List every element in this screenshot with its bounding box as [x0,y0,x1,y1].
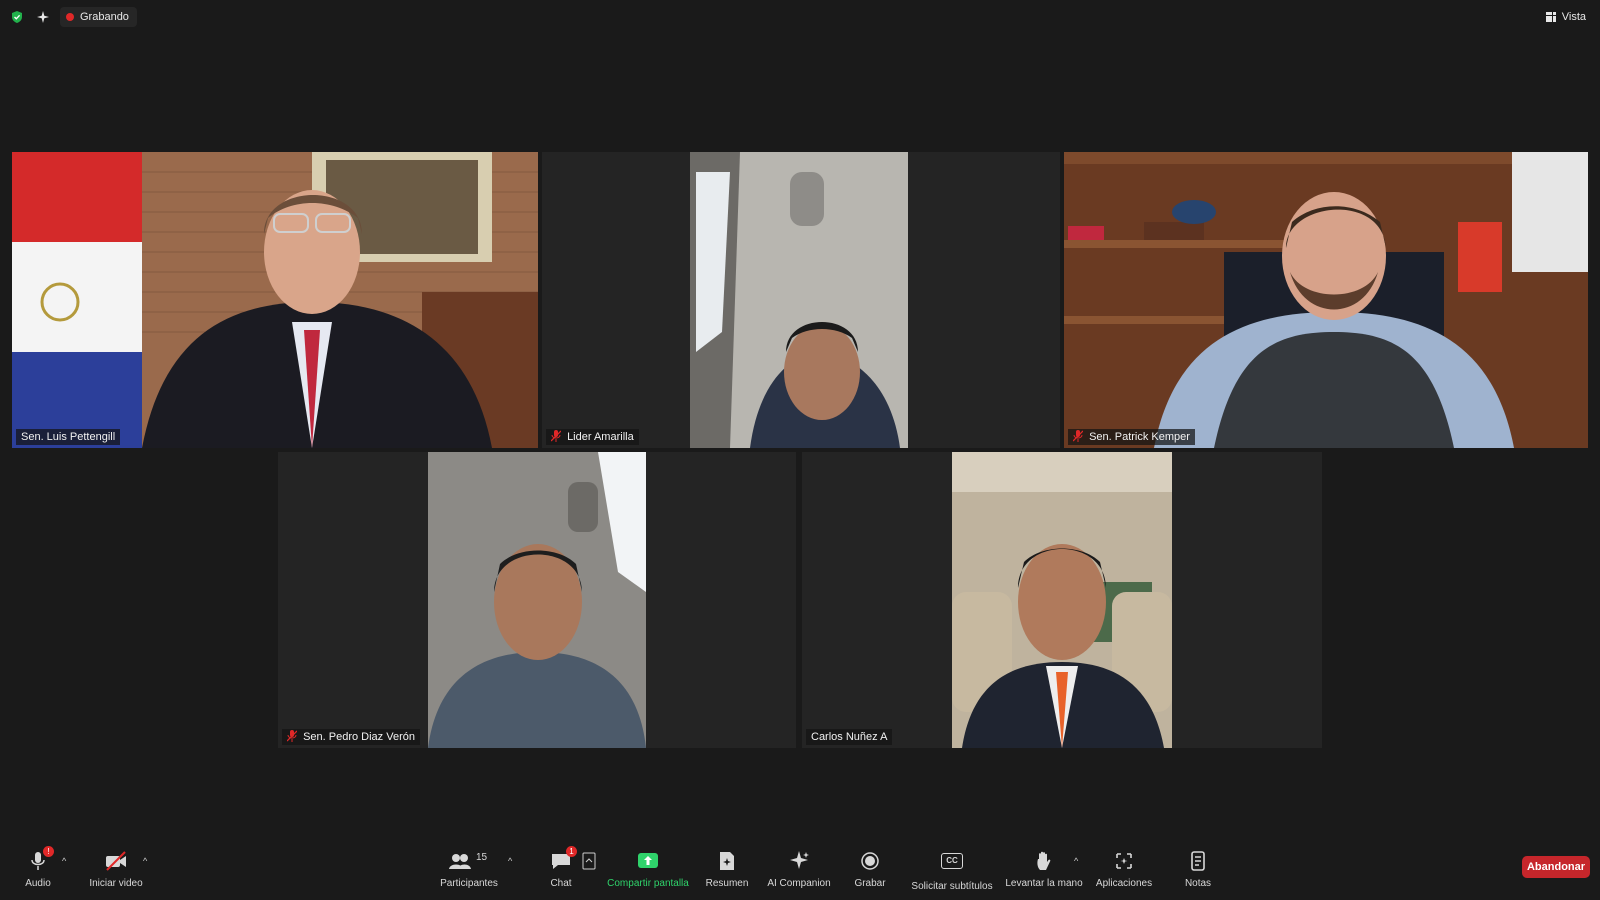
audio-button[interactable]: ! Audio [18,846,58,889]
notes-label: Notas [1184,878,1212,889]
muted-mic-icon [287,730,297,742]
participant-name-tag: Sen. Luis Pettengill [16,429,121,445]
share-screen-icon [636,850,660,872]
video-options-caret-icon[interactable]: ^ [143,856,147,866]
muted-mic-icon [1073,430,1083,442]
participant-video [428,452,646,748]
audio-warning-badge: ! [43,846,54,857]
reactions-options-caret-icon[interactable]: ^ [1074,856,1078,866]
participant-video [1064,152,1588,448]
raise-hand-icon [1032,850,1056,872]
participant-name: Sen. Pedro Diaz Verón [303,731,415,743]
participant-name: Lider Amarilla [567,431,634,443]
meeting-toolbar: ! Audio ^ Iniciar video ^ 15 Participant… [0,846,1600,900]
video-tile-patrick-kemper[interactable]: Sen. Patrick Kemper [1064,152,1588,448]
security-shield-icon[interactable] [10,10,24,24]
audio-options-caret-icon[interactable]: ^ [62,856,66,866]
recording-indicator[interactable]: Grabando [60,7,137,27]
view-label: Vista [1561,11,1586,23]
request-captions-button[interactable]: CC Solicitar subtítulos [910,850,994,892]
audio-label: Audio [25,878,51,889]
ai-sparkle-icon[interactable] [36,10,50,24]
participant-name-tag: Carlos Nuñez A [806,729,893,745]
captions-icon-text: CC [941,853,963,869]
participant-video [952,452,1172,748]
video-label: Iniciar video [89,878,143,889]
apps-label: Aplicaciones [1095,878,1153,889]
captions-label: Solicitar subtítulos [911,881,993,892]
top-bar: Grabando Vista [0,0,1600,34]
record-button[interactable]: Grabar [852,850,888,889]
closed-captions-icon: CC [940,853,964,875]
muted-mic-icon [551,430,561,442]
notes-button[interactable]: Notas [1180,850,1216,889]
participants-count: 15 [476,852,488,863]
participants-options-caret-icon[interactable]: ^ [508,856,512,866]
share-screen-label: Compartir pantalla [607,878,689,889]
participant-name: Sen. Patrick Kemper [1089,431,1190,443]
participant-name-tag: Sen. Pedro Diaz Verón [282,729,420,745]
chat-button[interactable]: 1 Chat [544,846,578,889]
participant-name: Sen. Luis Pettengill [21,431,116,443]
start-video-button[interactable]: Iniciar video [86,850,146,889]
microphone-icon: ! [26,846,54,872]
chat-unread-badge: 1 [566,846,577,857]
participant-name: Carlos Nuñez A [811,731,888,743]
recording-dot-icon [66,13,74,21]
recording-label: Grabando [80,11,129,23]
leave-meeting-button[interactable]: Abandonar [1522,856,1590,878]
ai-companion-label: AI Companion [767,878,831,889]
participant-name-tag: Lider Amarilla [546,429,639,445]
record-icon [858,850,882,872]
apps-icon [1112,850,1136,872]
participants-button[interactable]: 15 Participantes [436,850,502,889]
share-screen-button[interactable]: Compartir pantalla [603,850,693,889]
participant-video [12,152,538,448]
participant-name-tag: Sen. Patrick Kemper [1068,429,1195,445]
chat-label: Chat [550,878,572,889]
chat-icon: 1 [549,846,577,872]
participants-label: Participantes [440,878,498,889]
raise-hand-label: Levantar la mano [1005,878,1083,889]
view-button[interactable]: Vista [1545,8,1586,26]
notes-icon [1186,850,1210,872]
video-tile-carlos-nunez[interactable]: Carlos Nuñez A [802,452,1322,748]
apps-button[interactable]: Aplicaciones [1094,850,1154,889]
summary-button[interactable]: Resumen [704,850,750,889]
video-tile-luis-pettengill[interactable]: Sen. Luis Pettengill [12,152,538,448]
grid-view-icon [1545,12,1556,22]
video-off-icon [104,850,128,872]
summary-icon [715,850,739,872]
ai-companion-icon [787,850,811,872]
participant-video [690,152,908,448]
record-label: Grabar [854,878,886,889]
summary-label: Resumen [705,878,749,889]
video-tile-lider-amarilla[interactable]: Lider Amarilla [542,152,1060,448]
video-tile-pedro-diaz-veron[interactable]: Sen. Pedro Diaz Verón [278,452,796,748]
participants-icon: 15 [446,850,492,872]
chat-popout-icon[interactable] [582,852,596,870]
ai-companion-button[interactable]: AI Companion [764,850,834,889]
raise-hand-button[interactable]: Levantar la mano [1004,850,1084,889]
